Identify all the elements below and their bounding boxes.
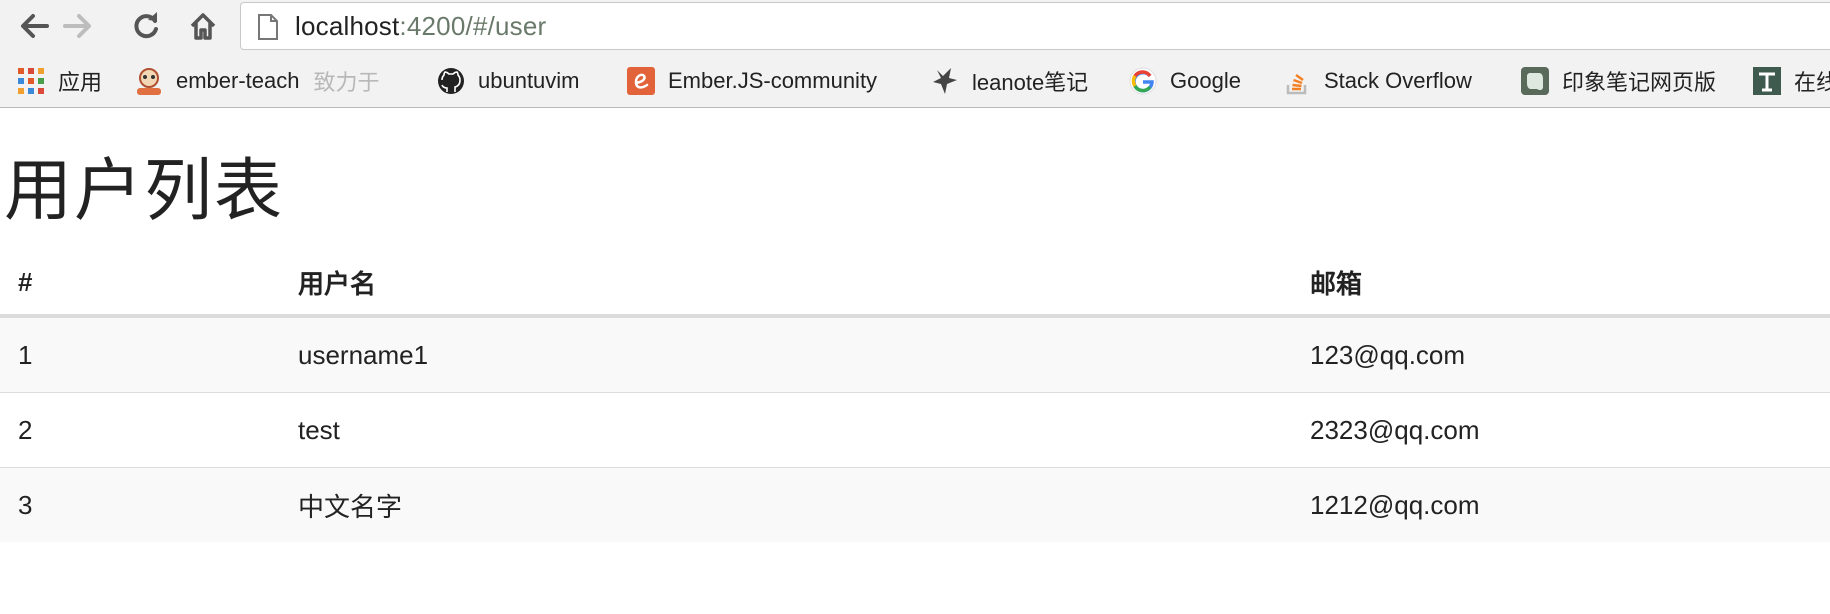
- cell-username: username1: [280, 316, 1292, 393]
- url-path: :4200/#/user: [399, 11, 547, 41]
- bookmark-label: Stack Overflow: [1324, 68, 1472, 93]
- bookmark-label: 在线: [1794, 70, 1830, 95]
- bookmark-label: Ember.JS-community: [668, 68, 878, 93]
- bookmark-label: leanote笔记: [972, 70, 1089, 95]
- evernote-icon: [1520, 66, 1550, 96]
- stackoverflow-icon: [1282, 66, 1312, 96]
- bookmarks-bar: 应用 ember-teach 致力于 ubuntuvim Ember.JS-co…: [0, 54, 1830, 108]
- cell-email: 2323@qq.com: [1292, 392, 1830, 468]
- page-title: 用户列表: [4, 153, 285, 229]
- bookmark-label: 应用: [58, 70, 103, 95]
- bookmark-google[interactable]: Google: [1128, 54, 1241, 107]
- url-host: localhost: [295, 11, 400, 41]
- address-bar[interactable]: localhost:4200/#/user: [240, 2, 1830, 50]
- bookmark-ember-teach[interactable]: ember-teach 致力于: [134, 54, 380, 107]
- cell-username: 中文名字: [280, 467, 1292, 542]
- reload-button[interactable]: [126, 8, 166, 44]
- apps-grid-icon: [16, 66, 46, 96]
- browser-toolbar: localhost:4200/#/user: [0, 0, 1830, 54]
- column-header-username: 用户名: [280, 250, 1292, 318]
- ember-e-icon: [626, 66, 656, 96]
- home-icon: [190, 13, 216, 40]
- back-arrow-icon: [21, 14, 49, 38]
- table-header-row: # 用户名 邮箱: [0, 250, 1830, 318]
- bookmark-ember-community[interactable]: Ember.JS-community: [626, 54, 878, 107]
- cell-username: test: [280, 392, 1292, 468]
- home-button[interactable]: [183, 8, 223, 44]
- bookmark-label: ubuntuvim: [478, 68, 580, 93]
- cell-email: 1212@qq.com: [1292, 467, 1830, 542]
- google-icon: [1128, 66, 1158, 96]
- reload-icon: [134, 12, 158, 39]
- column-header-id: #: [0, 250, 280, 318]
- back-button[interactable]: [14, 8, 54, 44]
- bookmark-ubuntuvim[interactable]: ubuntuvim: [436, 54, 580, 107]
- bookmark-leanote[interactable]: leanote笔记: [930, 54, 1089, 107]
- bookmark-label-extra: 致力于: [313, 70, 380, 95]
- forward-button[interactable]: [58, 8, 98, 44]
- forward-arrow-icon: [63, 14, 91, 38]
- cell-email: 123@qq.com: [1292, 316, 1830, 393]
- user-table: # 用户名 邮箱 1 username1 123@qq.com 2 test 2…: [0, 250, 1830, 542]
- url-text[interactable]: localhost:4200/#/user: [295, 11, 546, 41]
- page-icon: [258, 14, 278, 40]
- table-row: 1 username1 123@qq.com: [0, 316, 1830, 393]
- table-row: 2 test 2323@qq.com: [0, 392, 1830, 468]
- ember-teach-icon: [134, 66, 164, 96]
- leanote-icon: [930, 66, 960, 96]
- cell-id: 2: [0, 392, 280, 468]
- bookmark-online[interactable]: 在线: [1752, 54, 1830, 107]
- cell-id: 3: [0, 467, 280, 542]
- text-t-icon: [1752, 66, 1782, 96]
- cell-id: 1: [0, 316, 280, 393]
- bookmark-evernote[interactable]: 印象笔记网页版: [1520, 54, 1717, 107]
- bookmark-label: Google: [1170, 68, 1241, 93]
- github-icon: [436, 66, 466, 96]
- bookmark-stackoverflow[interactable]: Stack Overflow: [1282, 54, 1472, 107]
- bookmark-label: ember-teach: [176, 68, 300, 93]
- bookmark-apps[interactable]: 应用: [16, 54, 103, 107]
- table-row: 3 中文名字 1212@qq.com: [0, 467, 1830, 542]
- column-header-email: 邮箱: [1292, 250, 1830, 318]
- bookmark-label: 印象笔记网页版: [1562, 70, 1717, 95]
